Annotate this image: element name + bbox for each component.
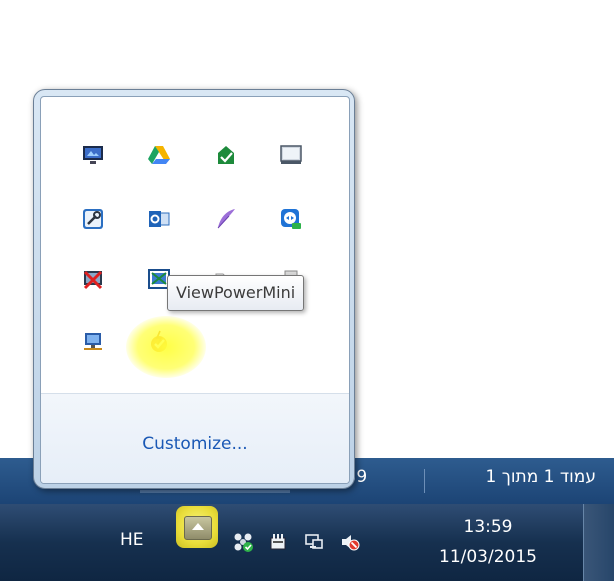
clock[interactable]: 13:59 11/03/2015 — [438, 512, 538, 572]
network-icon[interactable] — [304, 532, 324, 552]
action-center-icon[interactable] — [233, 532, 253, 552]
chevron-up-icon — [184, 516, 212, 540]
show-desktop-button[interactable] — [583, 504, 614, 581]
power-icon[interactable] — [268, 532, 288, 552]
feather-icon[interactable] — [209, 202, 243, 236]
outlook-icon[interactable] — [142, 202, 176, 236]
language-indicator[interactable]: HE — [120, 530, 144, 550]
taskbar: HE 13:59 11/03/2015 — [0, 504, 614, 581]
status-bar-faded-text — [140, 490, 290, 493]
green-sync-icon[interactable] — [209, 138, 243, 172]
show-hidden-icons-button[interactable] — [176, 506, 218, 548]
clock-time: 13:59 — [463, 517, 513, 537]
display-icon[interactable] — [274, 138, 308, 172]
network-computer-icon[interactable] — [76, 325, 110, 359]
popup-footer: Customize... — [41, 393, 349, 483]
network-disabled-icon[interactable] — [76, 263, 110, 297]
tools-icon[interactable] — [76, 202, 110, 236]
google-drive-icon[interactable] — [142, 138, 176, 172]
customize-link[interactable]: Customize... — [41, 434, 349, 454]
highlight-marker — [126, 316, 206, 378]
teamviewer-icon[interactable] — [274, 202, 308, 236]
page-count[interactable]: עמוד 1 מתוך 1 — [486, 467, 596, 487]
clock-date: 11/03/2015 — [439, 547, 537, 567]
tooltip: ViewPowerMini — [167, 275, 305, 311]
volume-muted-icon[interactable] — [340, 532, 360, 552]
status-separator — [424, 469, 425, 493]
remote-desktop-icon[interactable] — [76, 138, 110, 172]
